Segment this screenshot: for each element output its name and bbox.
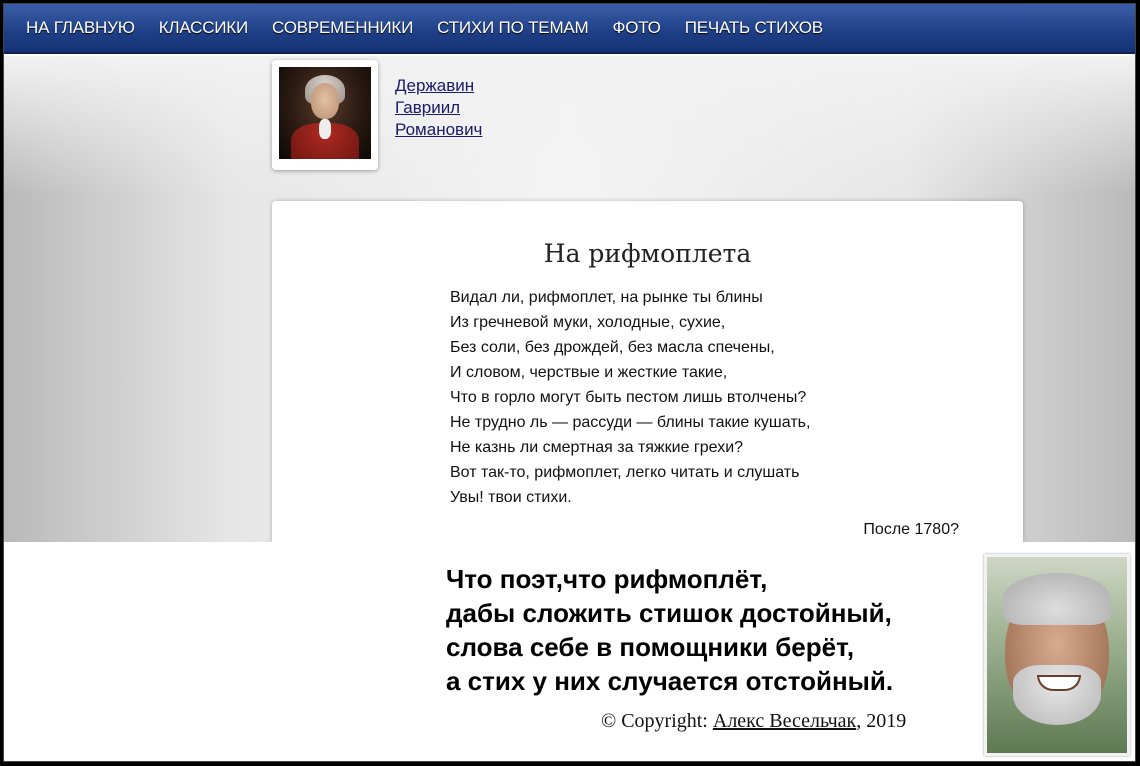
reply-section: Что поэт,что рифмоплёт, дабы сложить сти… — [4, 542, 1135, 761]
poem-line: Без соли, без дрождей, без масла спечены… — [450, 339, 775, 356]
nav-classics[interactable]: КЛАССИКИ — [159, 18, 249, 38]
reply-line: слова себе в помощники берёт, — [446, 632, 855, 662]
reply-author-photo — [984, 554, 1130, 756]
reply-line: Что поэт,что рифмоплёт, — [446, 564, 768, 594]
poem-line: Увы! твои стихи. — [450, 489, 572, 506]
copyright-year: , 2019 — [856, 710, 907, 732]
content-stage: Державин Гавриил Романович На рифмоплета… — [4, 56, 1135, 546]
poem-card: На рифмоплета Видал ли, рифмоплет, на ры… — [272, 201, 1023, 546]
nav-contemporaries[interactable]: СОВРЕМЕННИКИ — [272, 18, 413, 38]
reply-line: дабы сложить стишок достойный, — [446, 598, 892, 628]
portrait-face — [311, 83, 339, 119]
page-frame: НА ГЛАВНУЮ КЛАССИКИ СОВРЕМЕННИКИ СТИХИ П… — [3, 3, 1136, 762]
copyright-line: © Copyright: Алекс Весельчак, 2019 — [601, 710, 906, 733]
poem-line: И словом, черствые и жесткие такие, — [450, 364, 728, 381]
poem-line: Вот так-то, рифмоплет, легко читать и сл… — [450, 464, 800, 481]
author-portrait[interactable] — [279, 67, 371, 159]
copyright-author-link[interactable]: Алекс Весельчак — [713, 710, 856, 732]
reply-poem: Что поэт,что рифмоплёт, дабы сложить сти… — [446, 562, 893, 698]
author-patronymic[interactable]: Романович — [395, 119, 482, 141]
nav-print-poems[interactable]: ПЕЧАТЬ СТИХОВ — [685, 18, 823, 38]
author-name-link[interactable]: Державин Гавриил Романович — [395, 75, 482, 141]
poem-line: Что в горло могут быть пестом лишь втолч… — [450, 389, 807, 406]
reply-line: а стих у них случается отстойный. — [446, 666, 894, 696]
poem-line: Не трудно ль — рассуди — блины такие куш… — [450, 414, 811, 431]
poem-title: На рифмоплета — [543, 239, 752, 268]
poem-line: Не казнь ли смертная за тяжкие грехи? — [450, 439, 744, 456]
photo-hair — [1003, 573, 1111, 625]
nav-home[interactable]: НА ГЛАВНУЮ — [26, 18, 135, 38]
photo-beard — [1013, 665, 1101, 725]
top-navigation: НА ГЛАВНУЮ КЛАССИКИ СОВРЕМЕННИКИ СТИХИ П… — [4, 4, 1135, 54]
nav-photo[interactable]: ФОТО — [613, 18, 661, 38]
author-surname[interactable]: Державин — [395, 75, 482, 97]
nav-poems-by-topic[interactable]: СТИХИ ПО ТЕМАМ — [437, 18, 589, 38]
poem-date: После 1780? — [863, 521, 959, 538]
poem-text: Видал ли, рифмоплет, на рынке ты блины И… — [450, 285, 810, 510]
poem-line: Видал ли, рифмоплет, на рынке ты блины — [450, 289, 763, 306]
author-first-name[interactable]: Гавриил — [395, 97, 482, 119]
copyright-prefix: © Copyright: — [601, 710, 713, 732]
portrait-jabot — [319, 119, 331, 139]
author-portrait-card[interactable] — [272, 60, 378, 170]
poem-line: Из гречневой муки, холодные, сухие, — [450, 314, 726, 331]
